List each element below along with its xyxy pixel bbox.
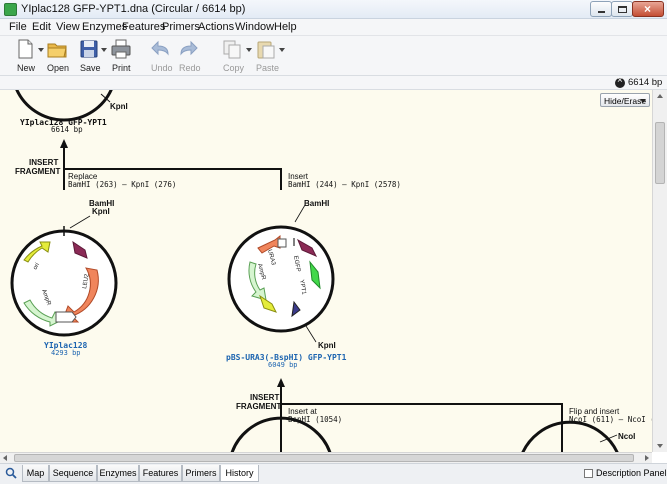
undo-arrow-icon [151, 40, 169, 56]
horizontal-scroll-thumb[interactable] [14, 454, 634, 462]
open-label: Open [47, 63, 70, 73]
description-panel-label: Description Panel [596, 468, 667, 478]
bottom-right-plasmid-map[interactable] [520, 420, 620, 452]
circular-sequence-icon [615, 75, 625, 88]
top-map-length: 6614 bp [51, 125, 83, 134]
top-map-kpni-site: KpnI [110, 102, 128, 111]
scroll-down-icon[interactable] [657, 444, 663, 448]
app-icon [4, 3, 17, 16]
top-plasmid-map[interactable]: KpnI YIplac128 GFP-YPT1 6614 bp [15, 90, 128, 134]
chevron-down-icon[interactable] [246, 48, 252, 52]
maximize-button[interactable] [611, 1, 633, 17]
tab-enzymes[interactable]: Enzymes [97, 465, 139, 482]
scroll-right-icon[interactable] [645, 455, 649, 461]
menu-window[interactable]: Window [235, 21, 274, 33]
left-plasmid-map[interactable]: BamHI KpnI ori AmpR LEU2 YIplac128 4293 … [10, 199, 118, 357]
chevron-down-icon[interactable] [279, 48, 285, 52]
menu-features[interactable]: Features [122, 21, 165, 33]
chevron-down-icon[interactable] [101, 48, 107, 52]
menu-view[interactable]: View [56, 21, 80, 33]
paste-label: Paste [256, 63, 280, 73]
redo-label: Redo [179, 63, 201, 73]
right-map-promoter-feature [277, 238, 287, 248]
search-icon[interactable] [5, 467, 17, 479]
new-label: New [17, 63, 36, 73]
right-plasmid-map[interactable]: BamHI KpnI AmpR URA3 EGFP YPT1 pBS-URA3(… [226, 199, 347, 369]
sequence-size: 6614 bp [628, 77, 663, 88]
op1-right-detail: BamHI (244) — KpnI (2578) [288, 180, 401, 189]
right-map-kpni-site: KpnI [318, 341, 336, 350]
op1-label-line2: FRAGMENT [15, 167, 60, 176]
tab-history[interactable]: History [220, 465, 259, 482]
copy-icon [223, 40, 241, 59]
tab-sequence[interactable]: Sequence [49, 465, 97, 482]
paste-clipboard-icon [257, 41, 275, 59]
title-bar: YIplac128 GFP-YPT1.dna (Circular / 6614 … [0, 0, 667, 19]
history-canvas[interactable]: KpnI YIplac128 GFP-YPT1 6614 bp INSERT F… [0, 90, 652, 452]
right-map-length: 6049 bp [268, 361, 298, 369]
close-button[interactable]: × [632, 1, 664, 17]
save-disk-icon [80, 40, 98, 58]
vertical-scrollbar[interactable] [652, 90, 667, 452]
chevron-down-icon [640, 99, 646, 103]
chevron-down-icon[interactable] [38, 48, 44, 52]
left-map-kpni-site: KpnI [92, 207, 110, 216]
bottom-right-ncoi-site: NcoI [618, 432, 635, 441]
toolbar: New Open Save Print Undo Redo Copy Paste [0, 36, 667, 76]
horizontal-scrollbar[interactable] [0, 452, 652, 463]
print-label: Print [112, 63, 131, 73]
printer-icon [111, 39, 131, 59]
op1-label-line1: INSERT [29, 158, 58, 167]
copy-label: Copy [223, 63, 245, 73]
tab-primers[interactable]: Primers [182, 465, 220, 482]
sequence-info-bar: 6614 bp [0, 75, 667, 90]
close-icon: × [644, 2, 652, 16]
undo-label: Undo [151, 63, 173, 73]
minimize-icon [598, 11, 605, 13]
op2-label-line1: INSERT [250, 393, 279, 402]
open-folder-icon [47, 43, 67, 58]
save-label: Save [80, 63, 101, 73]
menu-actions[interactable]: Actions [198, 21, 234, 33]
scroll-left-icon[interactable] [3, 455, 7, 461]
redo-arrow-icon [180, 40, 198, 56]
menu-help[interactable]: Help [274, 21, 297, 33]
right-map-bamhi-site: BamHI [304, 199, 329, 208]
description-panel-checkbox[interactable] [584, 469, 593, 478]
hide-erase-dropdown[interactable]: Hide/Erase [600, 93, 650, 107]
tab-map[interactable]: Map [22, 465, 49, 482]
left-map-length: 4293 bp [51, 349, 81, 357]
maximize-icon [618, 6, 627, 13]
new-document-icon [18, 39, 33, 59]
menu-edit[interactable]: Edit [32, 21, 51, 33]
view-tab-bar: Map Sequence Enzymes Features Primers Hi… [0, 463, 667, 484]
op1-left-detail: BamHI (263) — KpnI (276) [68, 180, 176, 189]
menu-enzymes[interactable]: Enzymes [82, 21, 127, 33]
history-tree: KpnI YIplac128 GFP-YPT1 6614 bp INSERT F… [10, 90, 652, 452]
scroll-up-icon[interactable] [657, 94, 663, 98]
menu-bar: File Edit View Enzymes Features Primers … [0, 19, 667, 36]
menu-file[interactable]: File [9, 21, 27, 33]
vertical-scroll-thumb[interactable] [655, 122, 665, 184]
menu-primers[interactable]: Primers [162, 21, 200, 33]
left-map-promoter-feature [55, 311, 77, 323]
window-title: YIplac128 GFP-YPT1.dna (Circular / 6614 … [21, 3, 246, 15]
minimize-button[interactable] [590, 1, 612, 17]
tab-features[interactable]: Features [139, 465, 182, 482]
op2-label-line2: FRAGMENT [236, 402, 281, 411]
